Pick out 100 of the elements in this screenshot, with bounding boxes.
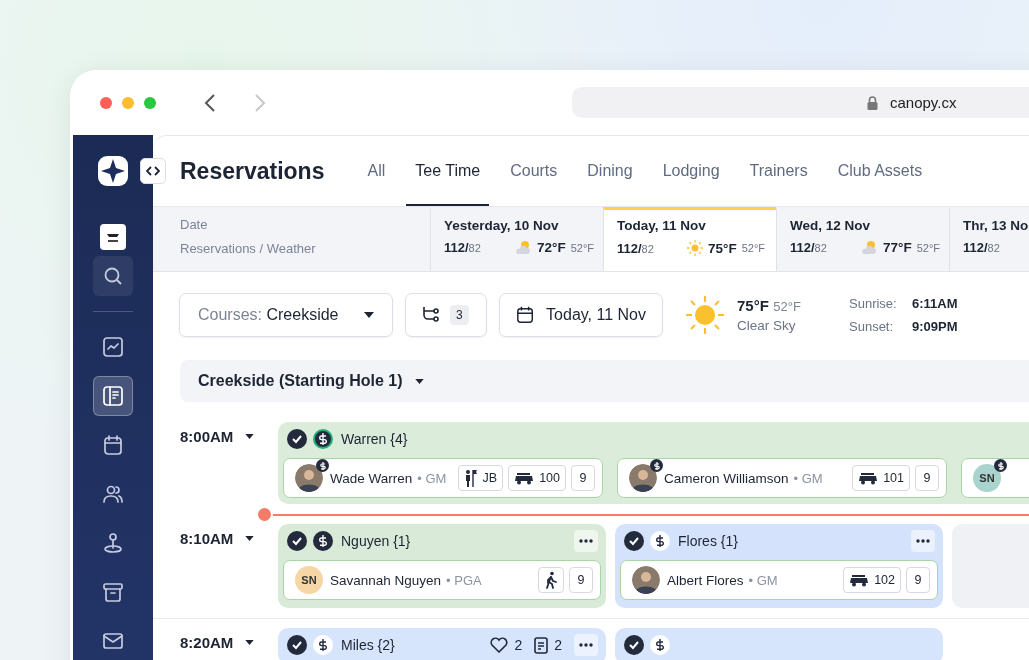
check-icon[interactable] — [287, 635, 307, 655]
check-icon[interactable] — [624, 635, 644, 655]
tee-time-dropdown[interactable]: 8:20AM — [180, 628, 278, 656]
player-name: Albert Flores — [667, 572, 744, 588]
split-count: 3 — [450, 305, 469, 325]
day-column[interactable]: Wed, 12 Nov 112/82 77°F 52°F — [776, 207, 949, 271]
check-icon[interactable] — [287, 429, 307, 449]
tag-text: 102 — [874, 573, 895, 587]
holes-count: 9 — [569, 567, 593, 593]
back-icon[interactable] — [204, 93, 216, 112]
tee-time-dropdown[interactable]: 8:10AM — [180, 524, 278, 552]
logo-icon[interactable] — [98, 156, 128, 186]
booking-card[interactable]: Warren {4} Wade Warren • GM JB 100 9 Cameron Williamson • GM 101 9 SN — [278, 422, 1029, 504]
split-button[interactable]: 3 — [405, 293, 487, 337]
tab[interactable]: Lodging — [647, 136, 735, 206]
tag-text: 100 — [539, 471, 560, 485]
note-count: 2 — [554, 637, 562, 653]
player-card[interactable]: Wade Warren • GM JB 100 9 — [283, 458, 603, 498]
day-label: Today, 11 Nov — [617, 218, 707, 233]
chart-icon — [102, 336, 124, 358]
tee-time-dropdown[interactable]: 8:00AM — [180, 422, 278, 450]
search-icon — [103, 266, 123, 286]
sunrise-label: Sunrise: — [849, 296, 898, 311]
day-label: Wed, 12 Nov — [790, 218, 872, 233]
booking-card[interactable]: Flores {1} Albert Flores • GM 102 9 — [615, 524, 943, 608]
booking-name: Miles {2} — [341, 637, 395, 653]
booking-name: Nguyen {1} — [341, 533, 411, 549]
high-temperature: 72°F — [537, 240, 566, 255]
course-dropdown[interactable]: Courses: Creekside — [179, 293, 393, 337]
golf-cart-icon — [849, 573, 870, 587]
player-name: Savannah Nguyen — [330, 572, 442, 588]
lock-icon — [867, 95, 878, 110]
player-card[interactable]: SN — [961, 458, 1029, 498]
player-card[interactable]: Cameron Williamson • GM 101 9 — [617, 458, 947, 498]
tag-text: 101 — [883, 471, 904, 485]
date-label: Date — [180, 217, 209, 232]
note-icon — [534, 636, 549, 654]
address-bar[interactable]: canopy.cx — [572, 87, 1029, 118]
player-name: Wade Warren — [330, 470, 413, 486]
low-temperature: 52°F — [741, 242, 766, 254]
booking-card[interactable]: Nguyen {1} SN Savannah Nguyen • PGA 9 — [278, 524, 606, 608]
code-icon — [146, 166, 160, 176]
sun-icon — [685, 295, 725, 335]
reservation-count: 112/82 — [617, 240, 655, 256]
player-card[interactable]: Albert Flores • GM 102 9 — [620, 560, 938, 600]
player-role: • GM — [417, 470, 447, 486]
like-count: 2 — [514, 637, 523, 653]
reservation-count: 112/82 — [790, 240, 828, 255]
tab[interactable]: All — [352, 136, 401, 206]
more-icon — [579, 539, 593, 543]
sunrise-time: 6:11AM — [912, 296, 958, 311]
initials-avatar: SN — [295, 566, 323, 594]
sunset-time: 9:09PM — [912, 319, 958, 334]
more-button[interactable] — [574, 530, 598, 552]
booking-card[interactable] — [615, 628, 943, 660]
low-temperature: 52°F — [916, 241, 941, 254]
reservations-nav-button[interactable] — [93, 376, 133, 416]
more-button[interactable] — [911, 530, 935, 552]
holes-count: 9 — [571, 465, 595, 491]
date-picker-button[interactable]: Today, 11 Nov — [499, 293, 663, 337]
player-card[interactable]: SN Savannah Nguyen • PGA 9 — [283, 560, 601, 600]
walking-icon — [544, 571, 558, 589]
notebook-icon — [102, 385, 124, 407]
reservations-weather-label: Reservations / Weather — [180, 241, 317, 256]
tab[interactable]: Club Assets — [822, 136, 938, 206]
calendar-icon — [516, 305, 535, 325]
player-role: • GM — [748, 572, 778, 588]
mail-icon — [102, 630, 124, 652]
search-button[interactable] — [93, 256, 133, 296]
caret-icon[interactable] — [414, 378, 424, 384]
club-logo-icon[interactable] — [100, 224, 126, 250]
low-temperature: 52°F — [570, 241, 595, 254]
person-with-flag-icon — [463, 469, 478, 487]
holes-count: 9 — [906, 567, 930, 593]
high-temperature: 75°F — [708, 240, 737, 256]
caret-icon — [245, 639, 255, 645]
page-title: Reservations — [180, 157, 325, 185]
booking-card[interactable]: Miles {2} 2 2 — [278, 628, 606, 660]
sidebar-toggle-button[interactable] — [140, 158, 166, 184]
tab[interactable]: Dining — [572, 136, 648, 206]
holes-count: 9 — [915, 465, 939, 491]
golf-cart-icon — [514, 471, 535, 485]
calendar-icon — [102, 434, 124, 456]
booking-name: Warren {4} — [341, 431, 408, 447]
reservation-count: 112/82 — [963, 240, 1001, 255]
check-icon[interactable] — [287, 531, 307, 551]
close-window-button[interactable] — [100, 96, 112, 109]
tab[interactable]: Trainers — [734, 136, 823, 206]
more-button[interactable] — [574, 634, 598, 656]
heart-icon — [490, 637, 509, 653]
caret-icon — [364, 312, 374, 318]
player-role: • GM — [793, 470, 823, 486]
day-label: Yesterday, 10 Nov — [444, 218, 560, 233]
day-column[interactable]: Today, 11 Nov 112/82 75°F 52°F — [603, 207, 776, 271]
tab[interactable]: Courts — [495, 136, 573, 206]
check-icon[interactable] — [624, 531, 644, 551]
people-icon — [102, 483, 124, 505]
initials-avatar: SN — [973, 464, 1001, 492]
tag-text: JB — [482, 471, 498, 485]
day-column[interactable]: Thr, 13 No 112/82 — [949, 207, 1029, 271]
